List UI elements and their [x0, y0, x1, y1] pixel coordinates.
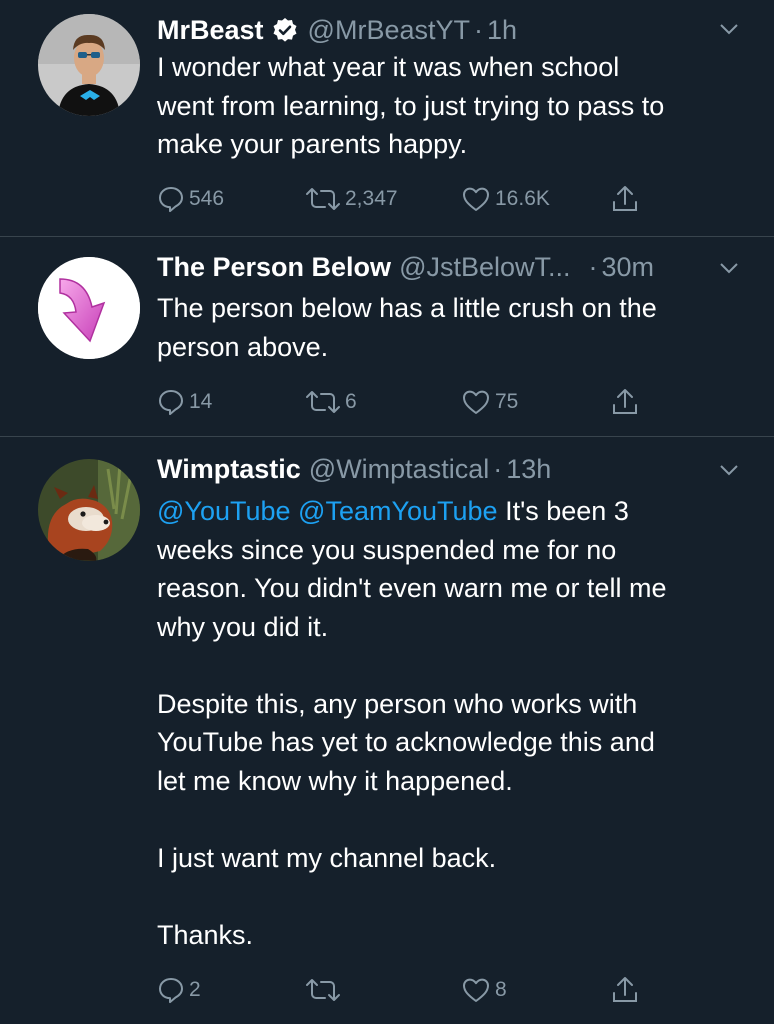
reply-count: 14	[189, 390, 213, 413]
heart-icon	[461, 976, 491, 1004]
tweet-text-line: why you did it.	[157, 611, 329, 642]
retweet-icon	[305, 976, 341, 1004]
avatar[interactable]	[38, 459, 140, 561]
tweet-text-line: Thanks.	[157, 919, 254, 950]
tweet-text-line: @YouTube @TeamYouTube It's been 3	[157, 492, 747, 531]
timestamp[interactable]: 13h	[506, 454, 551, 485]
tweet-text-line: went from learning, to just trying to pa…	[157, 90, 665, 121]
reply-icon	[157, 976, 185, 1004]
heart-icon	[461, 185, 491, 213]
retweet-button[interactable]	[305, 973, 345, 1007]
tweet-text-line: Despite this, any person who works with	[157, 688, 638, 719]
tweet-text-line: let me know why it happened.	[157, 765, 513, 796]
tweet-text-line: The person below has a little crush on t…	[157, 293, 657, 323]
tweet-text-line: I wonder what year it was when school	[157, 52, 620, 82]
tweet-text-line: reason. You didn't even warn me or tell …	[157, 573, 667, 603]
avatar[interactable]	[38, 14, 140, 116]
like-count: 16.6K	[495, 187, 550, 210]
retweet-icon	[305, 388, 341, 416]
tweet-text-line: weeks since you suspended me for no	[157, 534, 617, 565]
separator-dot: ·	[493, 453, 503, 484]
share-button[interactable]	[611, 182, 639, 216]
retweet-button[interactable]: 2,347	[305, 182, 398, 216]
share-button[interactable]	[611, 973, 639, 1007]
like-count: 8	[495, 978, 507, 1001]
heart-icon	[461, 388, 491, 416]
chevron-down-icon[interactable]	[718, 18, 740, 40]
tweet-text-line: YouTube has yet to acknowledge this and	[157, 727, 655, 757]
chevron-down-icon[interactable]	[718, 257, 740, 279]
tweet-actions: 14 6 75	[157, 385, 657, 419]
reply-count: 2	[189, 978, 201, 1001]
tweet[interactable]: The Person Below @JstBelowT... · 30m The…	[0, 237, 774, 436]
chevron-down-icon[interactable]	[718, 459, 740, 481]
tweet-text-line: I just want my channel back.	[157, 842, 497, 873]
like-count: 75	[495, 390, 519, 413]
timestamp[interactable]: 1h	[487, 15, 517, 46]
reply-icon	[157, 388, 185, 416]
retweet-icon	[305, 185, 341, 213]
timeline: MrBeast @MrBeastYT · 1h I wonder what ye…	[0, 0, 774, 1024]
tweet-text-fragment: It's been 3	[505, 496, 629, 526]
tweet-actions: 2 8	[157, 973, 657, 1007]
tweet-header: The Person Below @JstBelowT... · 30m	[157, 249, 734, 285]
like-button[interactable]: 75	[461, 385, 518, 419]
reply-button[interactable]: 14	[157, 385, 212, 419]
share-icon	[611, 184, 639, 214]
tweet-text-line: make your parents happy.	[157, 129, 468, 159]
reply-button[interactable]: 546	[157, 182, 224, 216]
tweet-text: @YouTube @TeamYouTube It's been 3 weeks …	[157, 492, 747, 954]
display-name[interactable]: MrBeast	[157, 15, 264, 46]
tweet-actions: 546 2,347 16.6K	[157, 182, 657, 216]
display-name[interactable]: Wimptastic	[157, 454, 301, 485]
like-button[interactable]: 16.6K	[461, 182, 550, 216]
mention-link[interactable]: @YouTube	[157, 496, 291, 526]
display-name[interactable]: The Person Below	[157, 252, 391, 283]
timestamp[interactable]: 30m	[602, 252, 655, 283]
tweet-text-line: person above.	[157, 331, 329, 362]
tweet-header: MrBeast @MrBeastYT · 1h	[157, 12, 734, 48]
reply-count: 546	[189, 187, 225, 210]
share-icon	[611, 387, 639, 417]
retweet-button[interactable]: 6	[305, 385, 357, 419]
tweet-text: I wonder what year it was when school we…	[157, 48, 747, 164]
like-button[interactable]: 8	[461, 973, 507, 1007]
reply-button[interactable]: 2	[157, 973, 201, 1007]
retweet-count: 2,347	[345, 187, 398, 210]
share-button[interactable]	[611, 385, 639, 419]
tweet[interactable]: Wimptastic @Wimptastical · 13h @YouTube …	[0, 437, 774, 1024]
tweet-header: Wimptastic @Wimptastical · 13h	[157, 451, 734, 487]
tweet-text: The person below has a little crush on t…	[157, 289, 747, 366]
retweet-count: 6	[345, 390, 357, 413]
username-handle[interactable]: @JstBelowT...	[399, 252, 570, 283]
avatar[interactable]	[38, 257, 140, 359]
reply-icon	[157, 185, 185, 213]
separator-dot: ·	[473, 14, 483, 45]
tweet[interactable]: MrBeast @MrBeastYT · 1h I wonder what ye…	[0, 0, 774, 236]
verified-badge-icon	[272, 17, 298, 43]
separator-dot: ·	[588, 251, 598, 282]
username-handle[interactable]: @Wimptastical	[309, 454, 489, 485]
share-icon	[611, 975, 639, 1005]
mention-link[interactable]: @TeamYouTube	[298, 496, 498, 526]
username-handle[interactable]: @MrBeastYT	[308, 15, 470, 46]
